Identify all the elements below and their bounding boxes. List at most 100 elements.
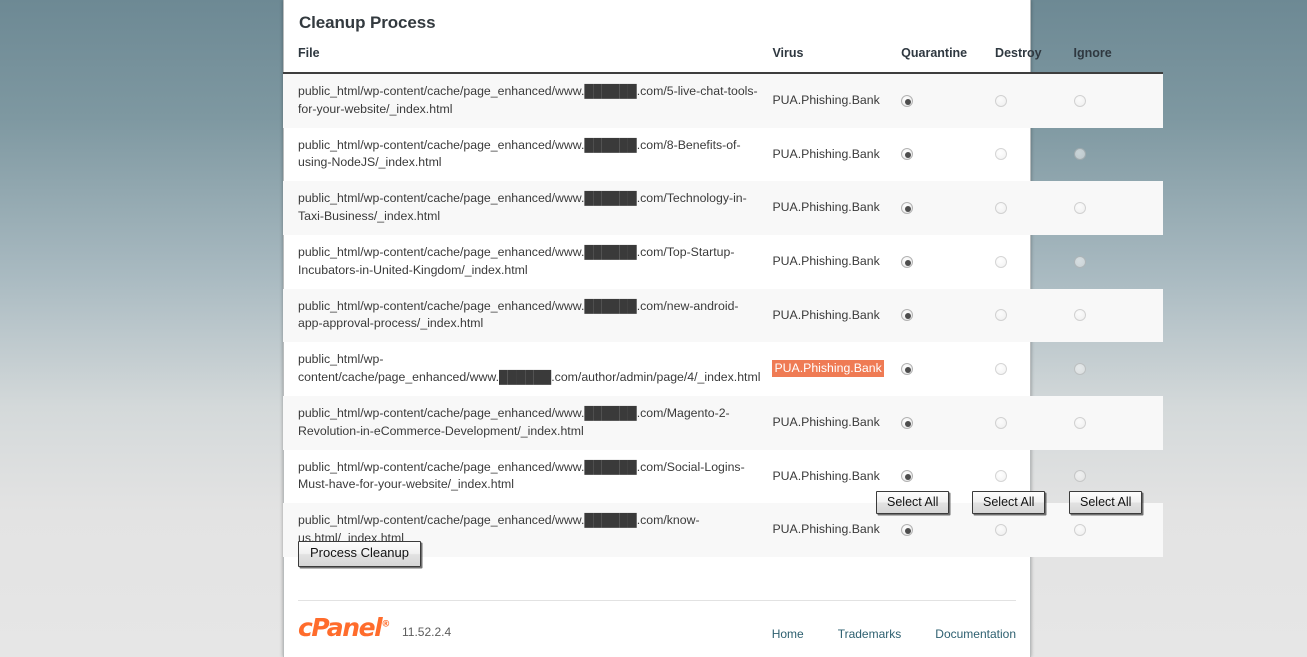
quarantine-radio-button[interactable] [901,309,914,322]
table-row: public_html/wp-content/cache/page_enhanc… [283,128,1163,182]
quarantine-radio-cell [901,128,995,182]
file-path-cell: public_html/wp-content/cache/page_enhanc… [283,342,772,396]
ignore-radio-cell [1073,181,1163,235]
ignore-radio-cell [1073,73,1163,128]
footer-link-home[interactable]: Home [772,627,804,641]
virus-name-text: PUA.Phishing.Bank [772,253,880,268]
virus-name-text: PUA.Phishing.Bank [772,522,880,537]
ignore-radio-button[interactable] [1073,94,1086,107]
destroy-radio-cell [995,288,1074,343]
footer-divider [298,600,1016,601]
footer-link-trademarks[interactable]: Trademarks [838,627,902,641]
table-row: public_html/wp-content/cache/page_enhanc… [283,73,1163,128]
file-path-text: public_html/wp-content/cache/page_enhanc… [298,352,761,385]
quarantine-radio-button[interactable] [901,523,914,536]
ignore-radio-button[interactable] [1073,255,1086,268]
virus-name-cell: PUA.Phishing.Bank [772,181,902,235]
virus-name-cell: PUA.Phishing.Bank [772,342,901,396]
virus-name-cell: PUA.Phishing.Bank [772,73,902,128]
quarantine-radio-cell [901,395,996,450]
file-path-text: public_html/wp-content/cache/page_enhanc… [298,137,741,170]
column-header-quarantine: Quarantine [901,46,996,74]
ignore-radio-cell [1073,128,1164,182]
footer-link-documentation[interactable]: Documentation [935,627,1016,641]
ignore-radio-button[interactable] [1073,309,1086,322]
quarantine-radio-button[interactable] [901,470,914,483]
quarantine-radio-button[interactable] [901,148,914,161]
destroy-radio-button[interactable] [995,309,1008,322]
file-path-text: public_html/wp-content/cache/page_enhanc… [298,84,758,116]
destroy-radio-button[interactable] [995,94,1008,107]
virus-name-cell: PUA.Phishing.Bank [772,128,901,182]
table-body: public_html/wp-content/cache/page_enhanc… [283,73,1163,557]
destroy-radio-cell [995,128,1073,182]
ignore-radio-cell [1073,235,1164,289]
cpanel-logo: cPanel® [298,615,390,640]
file-path-text: public_html/wp-content/cache/page_enhanc… [298,191,747,224]
virus-name-text: PUA.Phishing.Bank [772,414,880,429]
ignore-radio-cell [1073,395,1163,450]
file-path-text: public_html/wp-content/cache/page_enhanc… [298,459,745,492]
page-footer: cPanel® 11.52.2.4 Home Trademarks Document… [298,612,1016,650]
table-header-row: File Virus Quarantine Destroy Ignore [283,46,1163,74]
ignore-radio-button[interactable] [1073,470,1086,483]
select-all-destroy-button[interactable]: Select All [972,491,1046,515]
file-path-cell: public_html/wp-content/cache/page_enhanc… [283,395,773,450]
file-path-cell: public_html/wp-content/cache/page_enhanc… [283,288,773,343]
virus-name-highlighted: PUA.Phishing.Bank [772,360,884,378]
cleanup-table: File Virus Quarantine Destroy Ignore pub… [283,46,1163,557]
virus-name-cell: PUA.Phishing.Bank [772,395,902,450]
file-path-cell: public_html/wp-content/cache/page_enhanc… [283,128,772,182]
ignore-radio-button[interactable] [1073,523,1086,536]
column-header-destroy: Destroy [995,46,1074,74]
virus-name-text: PUA.Phishing.Bank [772,92,880,107]
quarantine-radio-button[interactable] [901,94,914,107]
destroy-radio-cell [995,342,1073,396]
destroy-radio-button[interactable] [995,523,1008,536]
destroy-radio-cell [995,181,1074,235]
destroy-radio-button[interactable] [995,362,1008,375]
table-header: File Virus Quarantine Destroy Ignore [283,46,1163,74]
quarantine-radio-button[interactable] [901,255,914,268]
quarantine-radio-cell [901,235,995,289]
virus-name-cell: PUA.Phishing.Bank [772,235,901,289]
select-all-ignore-button[interactable]: Select All [1069,491,1143,515]
file-path-text: public_html/wp-content/cache/page_enhanc… [298,405,730,438]
registered-trademark-icon: ® [381,619,391,630]
quarantine-radio-button[interactable] [901,416,914,429]
table-row: public_html/wp-content/cache/page_enhanc… [283,288,1163,343]
table-row: public_html/wp-content/cache/page_enhanc… [283,342,1163,396]
virus-name-text: PUA.Phishing.Bank [772,200,880,215]
select-all-button-row: Select All Select All Select All [283,491,1163,515]
file-path-cell: public_html/wp-content/cache/page_enhanc… [283,73,773,128]
ignore-radio-button[interactable] [1073,201,1086,214]
virus-name-text: PUA.Phishing.Bank [772,307,880,322]
cpanel-logo-text: cPanel [298,613,383,642]
process-cleanup-button[interactable]: Process Cleanup [298,541,421,567]
virus-name-text: PUA.Phishing.Bank [772,468,880,483]
destroy-radio-button[interactable] [995,148,1008,161]
file-path-text: public_html/wp-content/cache/page_enhanc… [298,298,739,331]
quarantine-radio-cell [901,181,996,235]
destroy-radio-button[interactable] [995,201,1008,214]
destroy-radio-button[interactable] [995,470,1008,483]
table-row: public_html/wp-content/cache/page_enhanc… [283,235,1163,289]
ignore-radio-button[interactable] [1073,362,1086,375]
table-row: public_html/wp-content/cache/page_enhanc… [283,181,1163,235]
footer-links: Home Trademarks Documentation [772,625,1016,643]
page-title: Cleanup Process [299,13,436,32]
ignore-radio-button[interactable] [1073,148,1086,161]
virus-name-text: PUA.Phishing.Bank [772,146,880,161]
file-path-text: public_html/wp-content/cache/page_enhanc… [298,244,735,277]
select-all-quarantine-button[interactable]: Select All [876,491,950,515]
destroy-radio-button[interactable] [995,255,1008,268]
destroy-radio-cell [995,395,1074,450]
quarantine-radio-button[interactable] [901,362,914,375]
quarantine-radio-button[interactable] [901,201,914,214]
ignore-radio-button[interactable] [1073,416,1086,429]
cpanel-version: 11.52.2.4 [402,625,452,639]
file-path-cell: public_html/wp-content/cache/page_enhanc… [283,235,772,289]
quarantine-radio-cell [901,288,996,343]
destroy-radio-button[interactable] [995,416,1008,429]
file-path-cell: public_html/wp-content/cache/page_enhanc… [283,181,773,235]
